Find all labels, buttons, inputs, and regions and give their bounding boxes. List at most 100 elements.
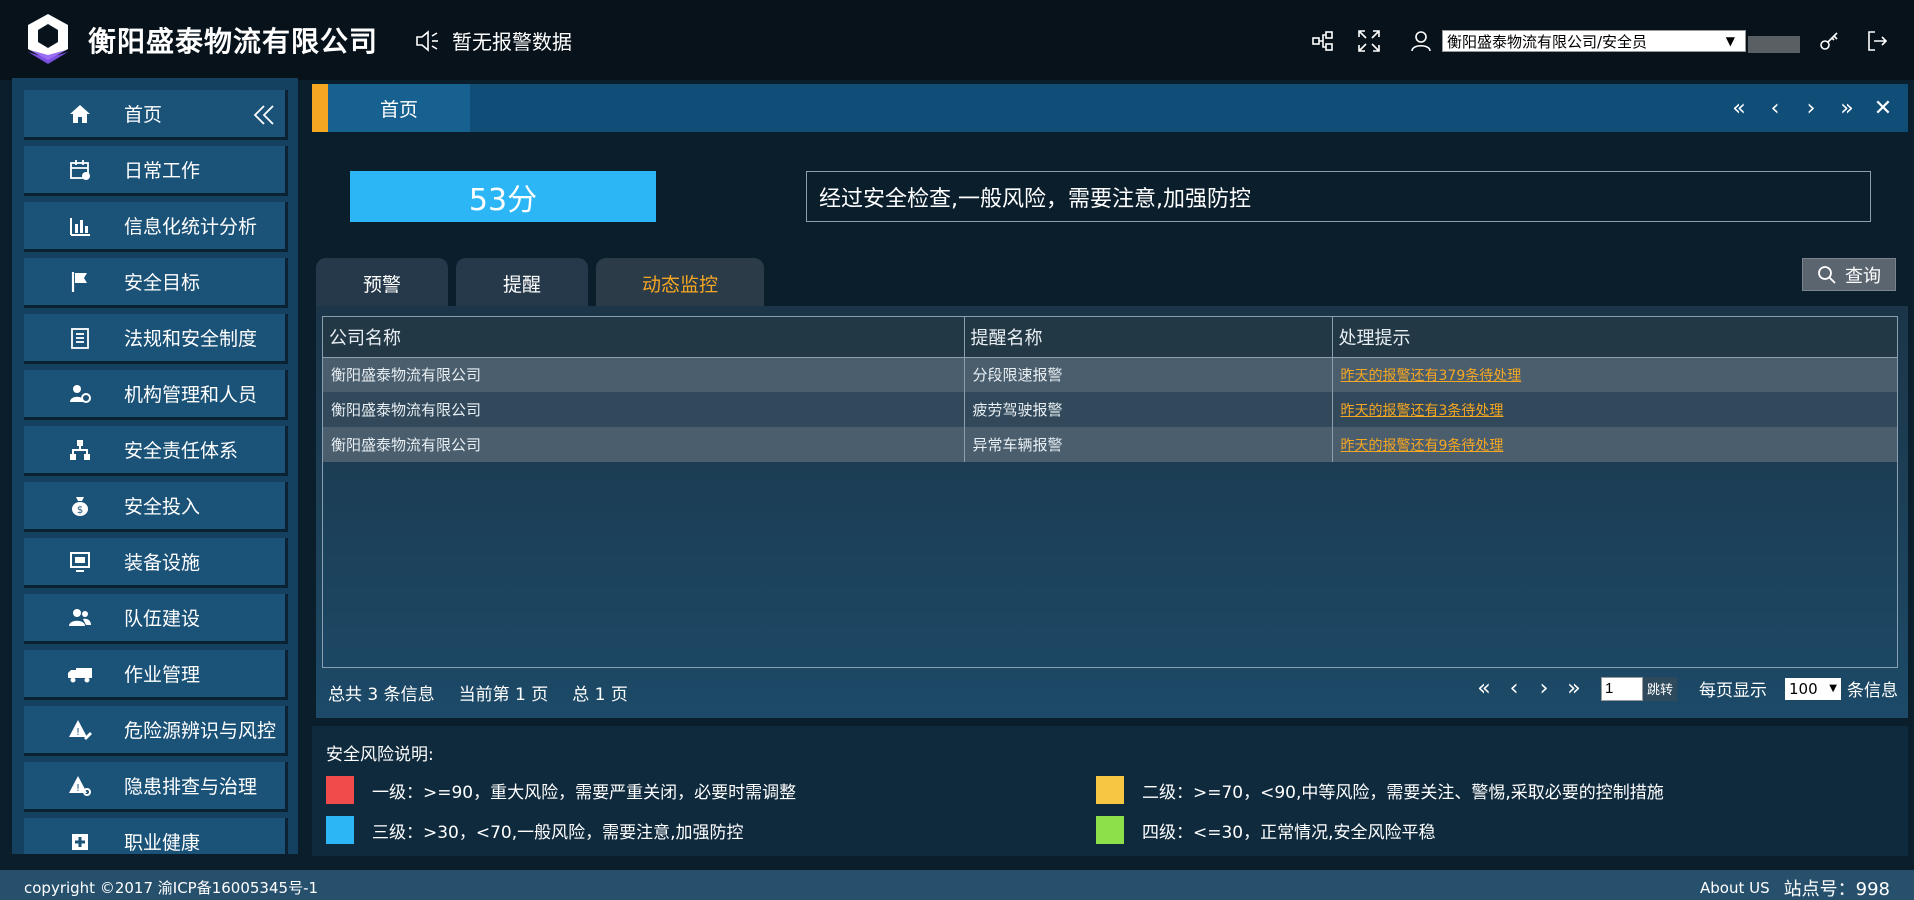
warning-search-icon: ! xyxy=(66,772,94,800)
prev-page-icon[interactable]: ‹ xyxy=(1499,676,1529,701)
tab-last-icon[interactable]: » xyxy=(1836,96,1858,121)
table-row: 衡阳盛泰物流有限公司 异常车辆报警 昨天的报警还有9条待处理 xyxy=(323,427,1897,462)
search-icon xyxy=(1818,265,1836,284)
key-icon[interactable] xyxy=(1816,28,1842,54)
sidebar-item-responsibility[interactable]: 安全责任体系 xyxy=(24,426,288,476)
sidebar-item-equipment[interactable]: 装备设施 xyxy=(24,538,288,588)
legend-swatch-green xyxy=(1096,816,1124,844)
sidebar-item-home[interactable]: 首页 xyxy=(24,90,288,140)
money-bag-icon: $ xyxy=(66,492,94,520)
legend-item-level4: 四级：<=30，正常情况,安全风险平稳 xyxy=(1096,816,1436,844)
sidebar-item-operations[interactable]: 作业管理 xyxy=(24,650,288,700)
tab-nav-controls: « ‹ › » ✕ xyxy=(1728,96,1894,121)
sidebar-item-statistics[interactable]: 信息化统计分析 xyxy=(24,202,288,252)
svg-text:!: ! xyxy=(76,783,80,794)
legend-item-level1: 一级：>=90，重大风险，需要严重关闭，必要时需调整 xyxy=(326,776,796,804)
per-page-suffix: 条信息 xyxy=(1847,681,1898,701)
monitoring-table: 公司名称 提醒名称 处理提示 衡阳盛泰物流有限公司 分段限速报警 昨天的报警还有… xyxy=(322,316,1898,668)
legend-swatch-red xyxy=(326,776,354,804)
select-arrow-icon: ▼ xyxy=(1829,682,1837,694)
tab-home[interactable]: 首页 xyxy=(328,84,470,132)
logout-icon[interactable] xyxy=(1864,28,1890,54)
last-page-icon[interactable]: » xyxy=(1559,676,1589,701)
sidebar-menu: 首页 日常工作 信息化统计分析 安全目标 法规和安全制度 机构管理和人员 安全责… xyxy=(12,78,298,854)
pager-pages: 总 1 页 xyxy=(572,685,628,705)
cell-company: 衡阳盛泰物流有限公司 xyxy=(323,357,965,392)
bar-chart-icon xyxy=(66,212,94,240)
cell-company: 衡阳盛泰物流有限公司 xyxy=(323,392,965,427)
pager-total: 总共 3 条信息 xyxy=(328,685,435,705)
pager-current: 当前第 1 页 xyxy=(458,685,549,705)
score-description: 经过安全检查,一般风险，需要注意,加强防控 xyxy=(806,171,1871,222)
sidebar-item-occupational-health[interactable]: 职业健康 xyxy=(24,818,288,854)
copyright-text: copyright ©2017 渝ICP备16005345号-1 xyxy=(24,879,319,897)
document-icon xyxy=(66,324,94,352)
select-arrow-icon: ▼ xyxy=(1725,34,1735,48)
share-icon[interactable] xyxy=(1310,28,1336,54)
risk-legend: 安全风险说明: 一级：>=90，重大风险，需要严重关闭，必要时需调整 二级：>=… xyxy=(312,726,1908,856)
query-button[interactable]: 查询 xyxy=(1802,258,1896,291)
user-name-redacted xyxy=(1748,36,1800,53)
legend-item-level3: 三级：>30，<70,一般风险，需要注意,加强防控 xyxy=(326,816,744,844)
sidebar-item-organization[interactable]: 机构管理和人员 xyxy=(24,370,288,420)
tab-first-icon[interactable]: « xyxy=(1728,96,1750,121)
about-us-link[interactable]: About US xyxy=(1700,879,1770,897)
monitoring-panel: 公司名称 提醒名称 处理提示 衡阳盛泰物流有限公司 分段限速报警 昨天的报警还有… xyxy=(316,306,1908,718)
page-number-input[interactable] xyxy=(1600,676,1643,701)
table-row: 衡阳盛泰物流有限公司 疲劳驾驶报警 昨天的报警还有3条待处理 xyxy=(323,392,1897,427)
column-header-company: 公司名称 xyxy=(323,317,965,358)
tab-next-icon[interactable]: › xyxy=(1800,96,1822,121)
user-gear-icon xyxy=(66,380,94,408)
tip-link[interactable]: 昨天的报警还有9条待处理 xyxy=(1341,438,1504,454)
page-footer: copyright ©2017 渝ICP备16005345号-1 About U… xyxy=(0,870,1914,900)
jump-button[interactable]: 跳转 xyxy=(1642,676,1677,701)
fullscreen-icon[interactable] xyxy=(1356,28,1382,54)
cell-reminder: 分段限速报警 xyxy=(964,357,1333,392)
user-icon xyxy=(1408,28,1434,54)
health-icon xyxy=(66,828,94,855)
sidebar-item-safety-goal[interactable]: 安全目标 xyxy=(24,258,288,308)
alarm-text: 暂无报警数据 xyxy=(452,30,572,54)
next-page-icon[interactable]: › xyxy=(1529,676,1559,701)
sidebar-item-hidden-danger[interactable]: ! 隐患排查与治理 xyxy=(24,762,288,812)
cell-reminder: 疲劳驾驶报警 xyxy=(964,392,1333,427)
tab-warning[interactable]: 预警 xyxy=(316,258,448,308)
per-page-label: 每页显示 xyxy=(1699,681,1767,701)
flag-icon xyxy=(66,268,94,296)
sidebar-item-hazard-identification[interactable]: ! 危险源辨识与风控 xyxy=(24,706,288,756)
user-role-select[interactable]: 衡阳盛泰物流有限公司/安全员 ▼ xyxy=(1442,30,1746,52)
tip-link[interactable]: 昨天的报警还有3条待处理 xyxy=(1341,403,1504,419)
sidebar-item-daily-work[interactable]: 日常工作 xyxy=(24,146,288,196)
cell-reminder: 异常车辆报警 xyxy=(964,427,1333,462)
legend-title: 安全风险说明: xyxy=(326,745,434,765)
column-header-reminder: 提醒名称 xyxy=(964,317,1333,358)
sidebar-item-investment[interactable]: $ 安全投入 xyxy=(24,482,288,532)
hierarchy-icon xyxy=(66,436,94,464)
cell-company: 衡阳盛泰物流有限公司 xyxy=(323,427,965,462)
truck-icon xyxy=(66,660,94,688)
tip-link[interactable]: 昨天的报警还有379条待处理 xyxy=(1341,368,1522,384)
alarm-status: 暂无报警数据 xyxy=(414,26,572,55)
legend-swatch-yellow xyxy=(1096,776,1124,804)
safety-score: 53分 xyxy=(350,171,656,222)
column-header-tip: 处理提示 xyxy=(1332,317,1897,358)
speaker-icon xyxy=(416,29,438,52)
company-logo xyxy=(28,14,68,64)
collapse-sidebar-icon[interactable] xyxy=(251,102,277,128)
tab-close-icon[interactable]: ✕ xyxy=(1872,96,1894,121)
page-size-select[interactable]: 100 ▼ xyxy=(1785,677,1841,700)
home-icon xyxy=(66,100,94,128)
station-number: 站点号：998 xyxy=(1783,879,1890,900)
sidebar-item-team[interactable]: 队伍建设 xyxy=(24,594,288,644)
monitor-icon xyxy=(66,548,94,576)
sidebar-item-regulations[interactable]: 法规和安全制度 xyxy=(24,314,288,364)
first-page-icon[interactable]: « xyxy=(1469,676,1499,701)
legend-swatch-blue xyxy=(326,816,354,844)
tab-prev-icon[interactable]: ‹ xyxy=(1764,96,1786,121)
tab-dynamic-monitoring[interactable]: 动态监控 xyxy=(596,258,764,308)
svg-text:!: ! xyxy=(76,727,80,738)
tab-accent-bar xyxy=(312,84,328,132)
pager-info: 总共 3 条信息 当前第 1 页 总 1 页 xyxy=(328,680,628,705)
tab-reminder[interactable]: 提醒 xyxy=(456,258,588,308)
company-title: 衡阳盛泰物流有限公司 xyxy=(88,25,379,58)
